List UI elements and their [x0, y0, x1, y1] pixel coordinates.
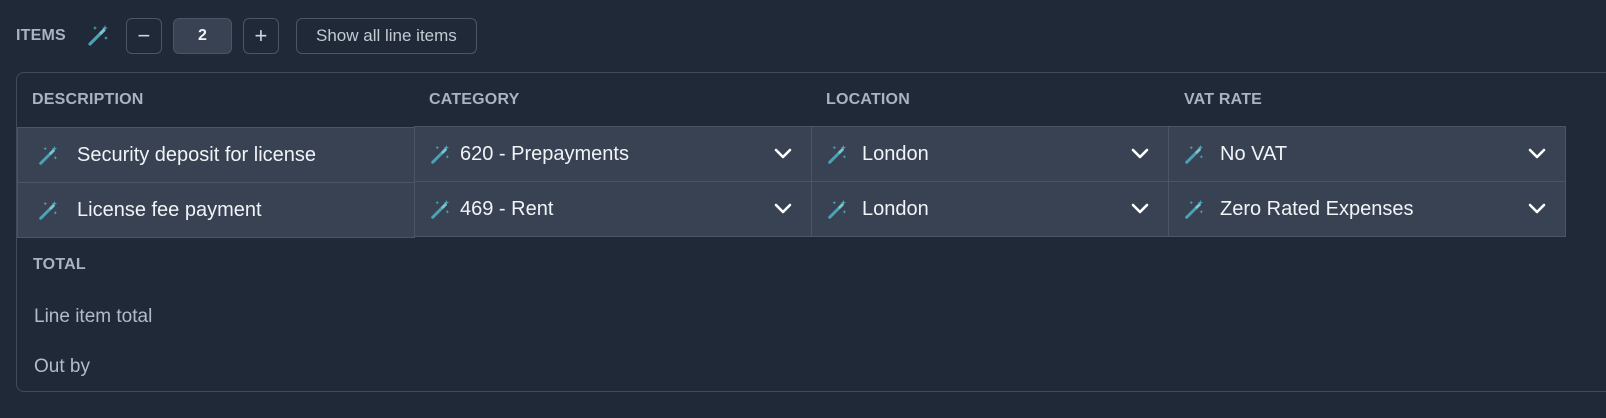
chevron-down-icon	[1527, 147, 1547, 161]
chevron-down-icon	[773, 147, 793, 161]
header-category: CATEGORY	[429, 91, 520, 108]
vat-rate-value: No VAT	[1220, 142, 1288, 165]
category-select[interactable]: 469 - Rent	[414, 181, 812, 237]
description-text: Security deposit for license	[77, 143, 317, 166]
magic-wand-icon	[37, 200, 59, 222]
category-value: 469 - Rent	[460, 197, 554, 220]
header-vat-rate: VAT RATE	[1184, 91, 1263, 108]
description-cell[interactable]: Security deposit for license	[17, 127, 415, 183]
total-label: TOTAL	[33, 256, 86, 273]
location-value: London	[862, 142, 929, 165]
items-label: ITEMS	[16, 27, 66, 44]
quantity-field[interactable]: 2	[172, 18, 232, 54]
vat-rate-select[interactable]: No VAT	[1168, 126, 1566, 182]
location-select[interactable]: London	[811, 181, 1169, 237]
chevron-down-icon	[773, 202, 793, 216]
chevron-down-icon	[1130, 202, 1150, 216]
category-value: 620 - Prepayments	[460, 142, 629, 165]
description-cell[interactable]: License fee payment	[17, 182, 415, 238]
chevron-down-icon	[1527, 202, 1547, 216]
decrement-button[interactable]: −	[125, 18, 162, 54]
magic-wand-icon	[826, 199, 848, 221]
increment-button[interactable]: +	[242, 18, 279, 54]
magic-wand-icon	[429, 144, 451, 166]
items-toolbar: ITEMS − 2 + Show all line items	[16, 18, 477, 54]
line-items-table: DESCRIPTION CATEGORY LOCATION VAT RATE S…	[16, 72, 1606, 392]
description-text: License fee payment	[77, 198, 262, 221]
chevron-down-icon	[1130, 147, 1150, 161]
out-by-label: Out by	[34, 356, 90, 377]
category-select[interactable]: 620 - Prepayments	[414, 126, 812, 182]
magic-wand-icon	[1183, 144, 1205, 166]
magic-wand-icon[interactable]	[86, 24, 110, 48]
vat-rate-value: Zero Rated Expenses	[1220, 197, 1414, 220]
magic-wand-icon	[826, 144, 848, 166]
magic-wand-icon	[429, 199, 451, 221]
line-item-total-label: Line item total	[34, 306, 153, 327]
header-location: LOCATION	[826, 91, 910, 108]
location-select[interactable]: London	[811, 126, 1169, 182]
show-all-line-items-button[interactable]: Show all line items	[295, 18, 477, 54]
magic-wand-icon	[1183, 199, 1205, 221]
header-description: DESCRIPTION	[32, 91, 144, 108]
location-value: London	[862, 197, 929, 220]
magic-wand-icon	[37, 145, 59, 167]
vat-rate-select[interactable]: Zero Rated Expenses	[1168, 181, 1566, 237]
